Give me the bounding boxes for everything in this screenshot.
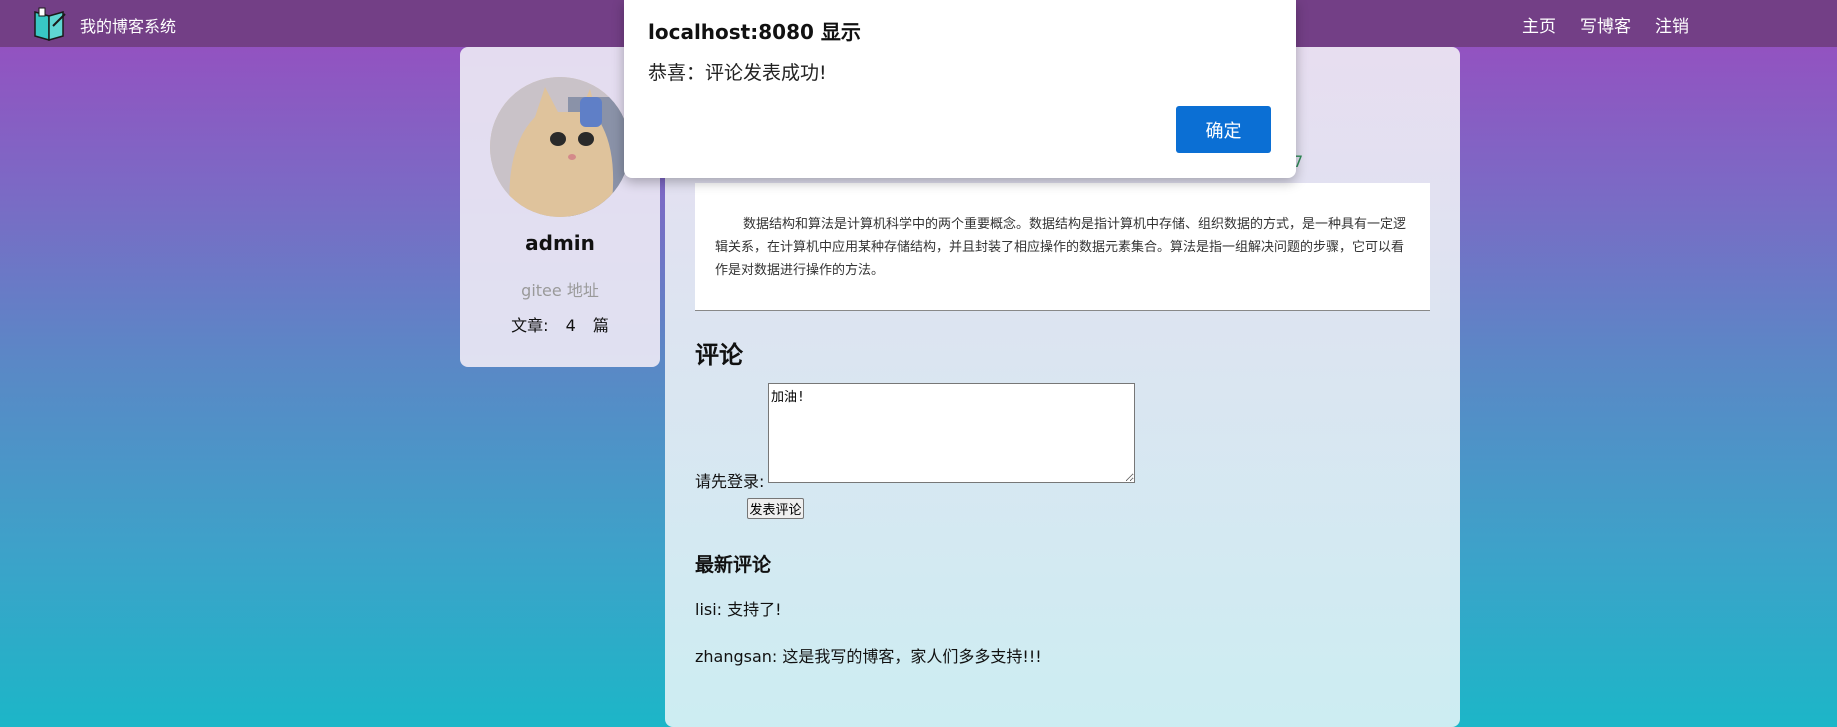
site-title: 我的博客系统 — [80, 17, 177, 36]
submit-comment-button[interactable]: 发表评论 — [747, 498, 804, 519]
dialog-ok-button[interactable]: 确定 — [1176, 106, 1271, 153]
cat-avatar-icon — [490, 77, 630, 217]
gitee-link[interactable]: gitee 地址 — [460, 277, 660, 301]
nav-write-link[interactable]: 写博客 — [1580, 12, 1631, 37]
profile-username: admin — [525, 231, 595, 255]
dialog-message: 恭喜：评论发表成功! — [648, 62, 827, 84]
book-logo-icon — [34, 7, 66, 41]
comment-input[interactable]: 加油! — [768, 383, 1135, 483]
alert-dialog: localhost:8080 显示 恭喜：评论发表成功! 确定 — [624, 0, 1296, 178]
login-prompt-label: 请先登录: — [695, 472, 765, 491]
dialog-title: localhost:8080 显示 — [648, 20, 861, 44]
latest-comments-title: 最新评论 — [695, 554, 772, 576]
article-content-box: 数据结构和算法是计算机科学中的两个重要概念。数据结构是指计算机中存储、组织数据的… — [695, 183, 1430, 311]
nav-links: 主页 写博客 注销 — [1522, 12, 1689, 37]
comment-section-title: 评论 — [695, 341, 743, 369]
stats-label: 文章: — [511, 316, 549, 335]
comment-item: zhangsan: 这是我写的博客，家人们多多支持!!! — [695, 647, 1042, 666]
avatar — [490, 77, 630, 217]
nav-logout-link[interactable]: 注销 — [1655, 12, 1689, 37]
article-content: 数据结构和算法是计算机科学中的两个重要概念。数据结构是指计算机中存储、组织数据的… — [715, 217, 1407, 278]
article-stats: 文章: 4 篇 — [460, 312, 660, 336]
nav-home-link[interactable]: 主页 — [1522, 12, 1556, 37]
stats-count: 4 — [565, 316, 576, 335]
stats-unit: 篇 — [592, 316, 609, 335]
comment-item: lisi: 支持了! — [695, 600, 782, 619]
